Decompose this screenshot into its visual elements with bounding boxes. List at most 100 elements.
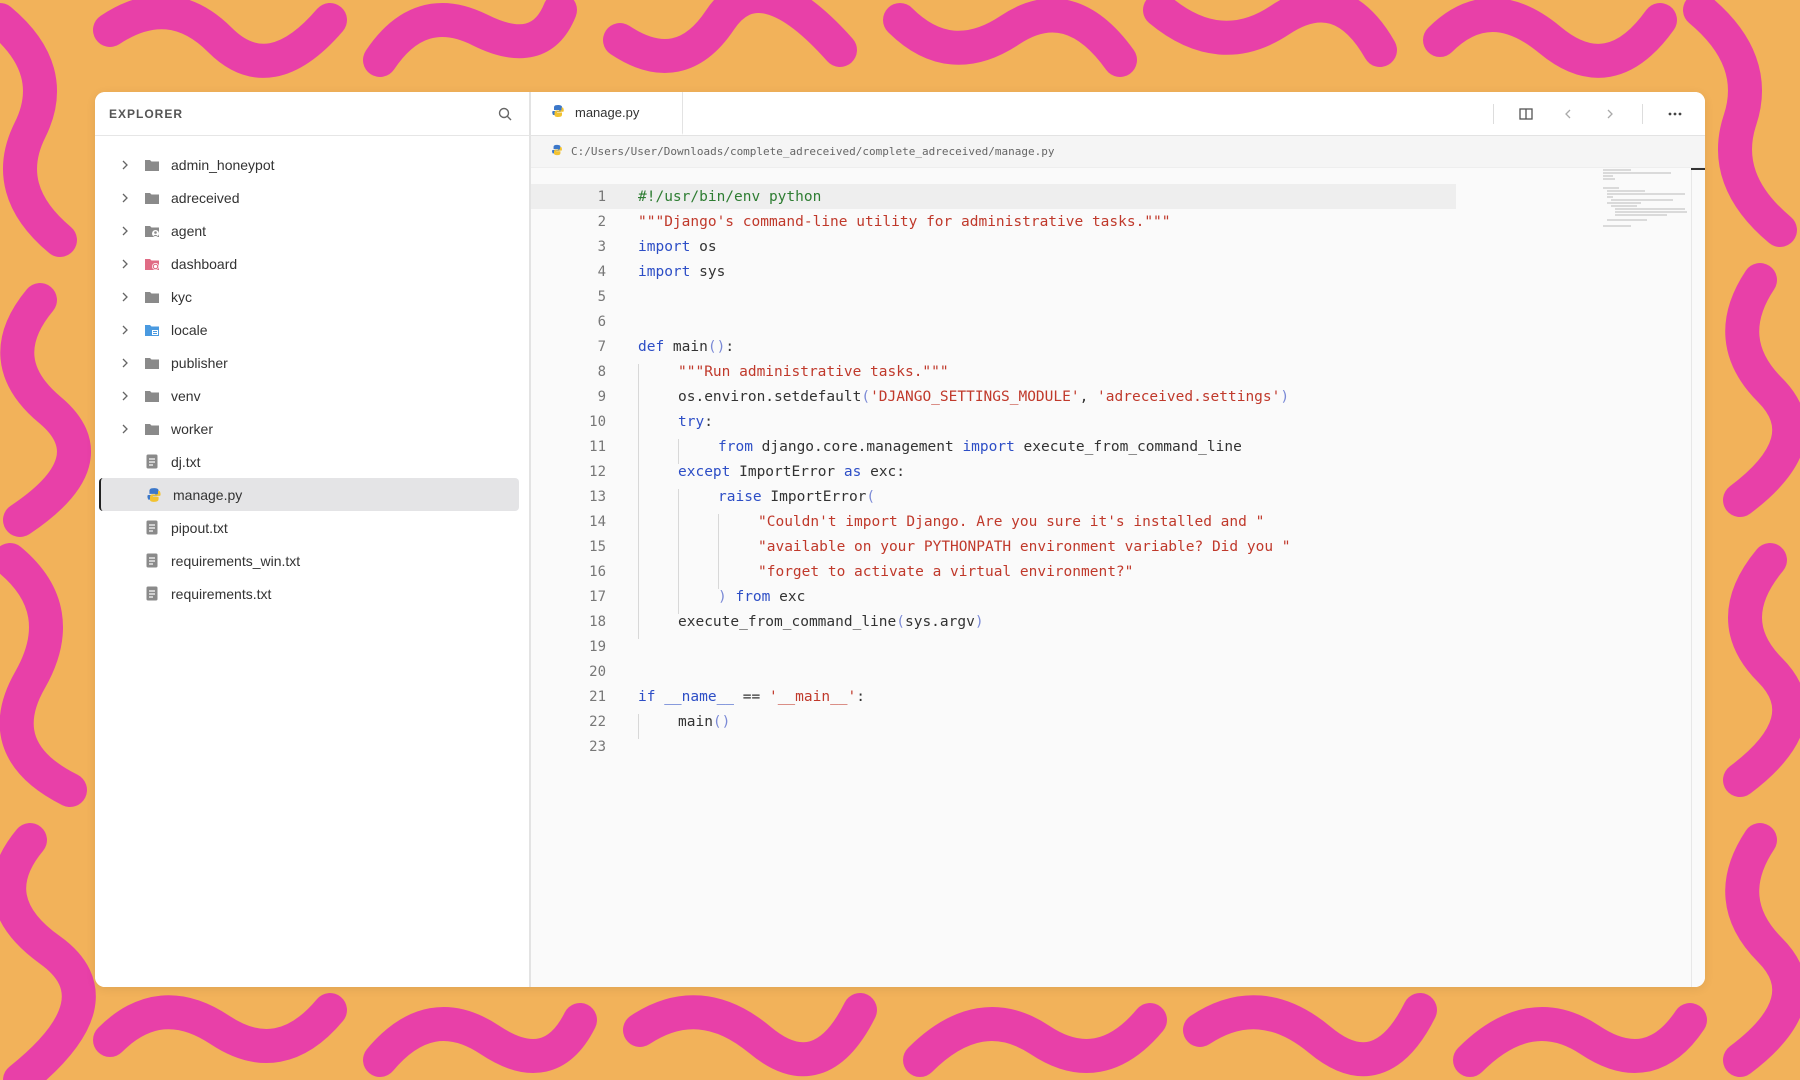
tree-item-pipout-txt[interactable]: pipout.txt — [99, 511, 519, 544]
tree-item-requirements-win-txt[interactable]: requirements_win.txt — [99, 544, 519, 577]
editor-actions — [1493, 92, 1705, 135]
code-line[interactable]: 22 main() — [531, 709, 1705, 739]
code-text: import os — [638, 239, 717, 255]
chevron-right-icon[interactable] — [111, 292, 139, 302]
code-line[interactable]: 8 """Run administrative tasks.""" — [531, 359, 1705, 389]
python-file-icon — [551, 144, 563, 159]
code-line[interactable]: 13 raise ImportError( — [531, 484, 1705, 514]
code-token: : — [856, 688, 866, 705]
line-number: 4 — [597, 263, 606, 280]
minimap[interactable] — [1601, 168, 1691, 228]
code-line[interactable]: 20 — [531, 659, 1705, 684]
folder-icon — [143, 388, 161, 404]
scroll-position-marker — [1691, 168, 1705, 170]
line-number: 17 — [589, 588, 606, 605]
code-line[interactable]: 21 if __name__ == '__main__': — [531, 684, 1705, 709]
tree-item-publisher[interactable]: publisher — [99, 346, 519, 379]
line-number: 13 — [589, 488, 606, 505]
tree-item-label: worker — [171, 420, 214, 437]
explorer-sidebar: EXPLORER admin_honeypot adreceived agent da… — [95, 92, 531, 987]
chevron-right-icon[interactable] — [111, 391, 139, 401]
code-text: import sys — [638, 264, 725, 280]
code-token: django.core.management — [752, 438, 963, 455]
code-line[interactable]: 1 #!/usr/bin/env python — [531, 184, 1456, 209]
chevron-right-icon[interactable] — [111, 226, 139, 236]
tree-item-adreceived[interactable]: adreceived — [99, 181, 519, 214]
tree-item-kyc[interactable]: kyc — [99, 280, 519, 313]
chevron-right-icon[interactable] — [111, 160, 139, 170]
tree-item-locale[interactable]: locale — [99, 313, 519, 346]
code-line[interactable]: 11 from django.core.management import exe… — [531, 434, 1705, 464]
code-token: except — [678, 463, 731, 480]
line-number: 2 — [597, 213, 606, 230]
tree-item-label: kyc — [171, 288, 192, 305]
code-line[interactable]: 16 "forget to activate a virtual environm… — [531, 559, 1705, 589]
tree-item-dj-txt[interactable]: dj.txt — [99, 445, 519, 478]
code-line[interactable]: 2 """Django's command-line utility for ad… — [531, 209, 1705, 234]
split-editor-icon[interactable] — [1516, 104, 1536, 124]
code-line[interactable]: 7 def main(): — [531, 334, 1705, 359]
tree-item-label: locale — [171, 321, 208, 338]
tree-item-dashboard[interactable]: dashboard — [99, 247, 519, 280]
tree-item-worker[interactable]: worker — [99, 412, 519, 445]
breadcrumb: C:/Users/User/Downloads/complete_adrecei… — [531, 136, 1705, 168]
tree-item-label: agent — [171, 222, 207, 239]
folder-agent-icon — [143, 223, 161, 239]
chevron-right-icon[interactable] — [1600, 104, 1620, 124]
search-icon[interactable] — [495, 104, 515, 124]
code-line[interactable]: 14 "Couldn't import Django. Are you sure … — [531, 509, 1705, 539]
code-line[interactable]: 4 import sys — [531, 259, 1705, 284]
tree-item-manage-py[interactable]: manage.py — [99, 478, 519, 511]
tab-manage-py[interactable]: manage.py — [531, 92, 683, 135]
line-number: 9 — [597, 388, 606, 405]
code-token: import — [638, 263, 691, 280]
code-line[interactable]: 5 — [531, 284, 1705, 309]
code-token: sys.argv — [904, 613, 975, 630]
chevron-right-icon[interactable] — [111, 424, 139, 434]
code-text: execute_from_command_line(sys.argv) — [638, 613, 984, 639]
tree-item-venv[interactable]: venv — [99, 379, 519, 412]
code-line[interactable]: 19 — [531, 634, 1705, 659]
tree-item-label: venv — [171, 387, 201, 404]
code-token: #!/usr/bin/env python — [638, 188, 822, 205]
chevron-right-icon[interactable] — [111, 358, 139, 368]
chevron-left-icon[interactable] — [1558, 104, 1578, 124]
code-line[interactable]: 6 — [531, 309, 1705, 334]
code-line[interactable]: 12 except ImportError as exc: — [531, 459, 1705, 489]
code-text: "Couldn't import Django. Are you sure it… — [638, 513, 1264, 539]
text-file-icon — [143, 520, 161, 536]
more-icon[interactable] — [1665, 104, 1685, 124]
line-number: 11 — [589, 438, 606, 455]
code-token: execute_from_command_line — [678, 613, 897, 630]
line-number: 22 — [589, 713, 606, 730]
tree-item-requirements-txt[interactable]: requirements.txt — [99, 577, 519, 610]
code-token: ) — [1280, 388, 1290, 405]
chevron-right-icon[interactable] — [111, 259, 139, 269]
code-line[interactable]: 23 — [531, 734, 1705, 759]
code-token: 'DJANGO_SETTINGS_MODULE' — [870, 388, 1080, 405]
code-text: "forget to activate a virtual environmen… — [638, 563, 1133, 589]
line-number: 19 — [589, 638, 606, 655]
code-token: '__main__' — [768, 688, 857, 705]
tree-item-label: adreceived — [171, 189, 240, 206]
code-text: """Django's command-line utility for adm… — [638, 214, 1171, 230]
vertical-scrollbar[interactable] — [1691, 168, 1705, 987]
code-line[interactable]: 10 try: — [531, 409, 1705, 439]
chevron-right-icon[interactable] — [111, 193, 139, 203]
code-line[interactable]: 18 execute_from_command_line(sys.argv) — [531, 609, 1705, 639]
folder-icon — [143, 355, 161, 371]
code-line[interactable]: 17) from exc — [531, 584, 1705, 614]
code-line[interactable]: 15 "available on your PYTHONPATH environm… — [531, 534, 1705, 564]
code-token: ImportError — [761, 488, 867, 505]
code-editor[interactable]: 1 #!/usr/bin/env python 2 """Django's comma… — [531, 168, 1705, 987]
folder-icon — [143, 190, 161, 206]
code-token: exc — [770, 588, 806, 605]
tree-item-admin-honeypot[interactable]: admin_honeypot — [99, 148, 519, 181]
chevron-right-icon[interactable] — [111, 325, 139, 335]
code-token: import — [638, 238, 691, 255]
code-line[interactable]: 3 import os — [531, 234, 1705, 259]
breadcrumb-path[interactable]: C:/Users/User/Downloads/complete_adrecei… — [571, 145, 1054, 158]
code-line[interactable]: 9 os.environ.setdefault('DJANGO_SETTINGS_… — [531, 384, 1705, 414]
code-token: as — [843, 463, 862, 480]
tree-item-agent[interactable]: agent — [99, 214, 519, 247]
